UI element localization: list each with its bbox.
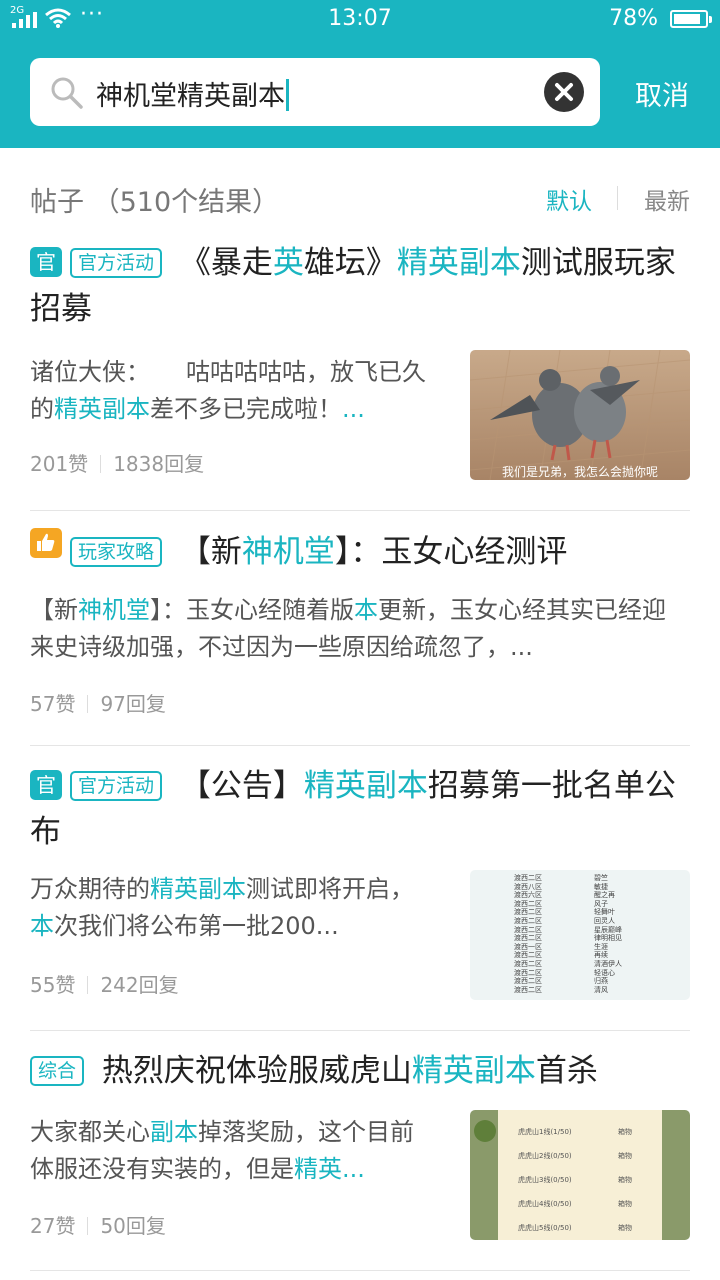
divider [30, 1270, 690, 1271]
name-list-row: 渡西二区 回灵人 [514, 916, 615, 925]
post-thumbnail[interactable]: 渡西二区 碧竺 渡西八区 敏捷 渡西六区 醒之再 渡西二区 风子 渡西二区 轻舞叶 渡西二区 回灵人渡… [470, 870, 690, 1000]
tree-icon [474, 1120, 496, 1142]
thumbs-up-icon [37, 533, 55, 551]
clear-search-button[interactable] [544, 72, 584, 112]
name-list-row: 渡西二区 再续 [514, 951, 608, 960]
post-tag: 官方活动 [70, 248, 163, 278]
name-list-row: 渡西八区 敏捷 [514, 882, 608, 891]
name-list-row: 渡西二区 碧竺 [514, 874, 608, 882]
post-thumbnail[interactable]: 虎虎山1线(1/50) 箱物 虎虎山2线(0/50) 箱物 虎虎山3线(0/50) 箱物虎… [470, 1110, 690, 1240]
strategy-badge [30, 528, 62, 558]
like-count: 201赞 [30, 452, 89, 476]
official-badge: 官 [30, 770, 62, 800]
name-list-row: 渡西二区 轻舞叶 [514, 908, 615, 917]
like-count: 27赞 [30, 1214, 76, 1238]
text-cursor [286, 79, 289, 111]
like-count: 55赞 [30, 973, 76, 997]
name-list-row: 渡西二区 轻语心 [514, 968, 615, 977]
list-item[interactable]: 官官方活动 《暴走英雄坛》精英副本测试服玩家招募 诸位大侠： 咕咕咕咕咕，放飞已… [30, 240, 690, 490]
post-stats: 201赞 1838回复 [30, 448, 204, 477]
post-excerpt: 万众期待的精英副本测试即将开启，本次我们将公布第一批200... [30, 875, 414, 940]
close-icon [555, 83, 573, 101]
post-stats: 27赞 50回复 [30, 1210, 166, 1239]
official-badge: 官 [30, 247, 62, 277]
name-list-row: 渡西二区 星辰巅峰 [514, 925, 622, 934]
name-list-row: 渡西二区 归燕 [514, 977, 608, 986]
post-excerpt: 诸位大侠： 咕咕咕咕咕，放飞已久的精英副本差不多已完成啦！... [30, 358, 426, 423]
result-filter-bar: 帖子 （510个结果） 默认 最新 [30, 178, 690, 218]
reply-count: 50回复 [100, 1214, 166, 1238]
reply-count: 97回复 [100, 692, 166, 716]
post-excerpt: 【新神机堂】：玉女心经随着版本更新，玉女心经其实已经迎来史诗级加强，不过因为一些… [30, 596, 666, 661]
kill-row: 虎虎山2线(0/50) 箱物 [518, 1152, 632, 1160]
post-title[interactable]: 综合 热烈庆祝体验服威虎山精英副本首杀 [30, 1048, 690, 1094]
name-list-row: 渡西二区 清酒伊人 [514, 959, 622, 968]
post-stats: 57赞 97回复 [30, 688, 166, 717]
kill-row: 虎虎山5线(0/50) 箱物 [518, 1224, 632, 1232]
sort-default-tab[interactable]: 默认 [546, 182, 592, 216]
sort-latest-tab[interactable]: 最新 [644, 182, 690, 216]
cancel-button[interactable]: 取消 [622, 74, 702, 113]
divider [30, 510, 690, 511]
name-list-row: 渡西二区 清风 [514, 985, 608, 994]
post-thumbnail[interactable]: 我们是兄弟，我怎么会抛你呢 [470, 350, 690, 480]
post-excerpt: 大家都关心副本掉落奖励，这个目前体服还没有实装的，但是精英... [30, 1118, 414, 1183]
birds-image: 我们是兄弟，我怎么会抛你呢 [470, 350, 690, 480]
status-bar: 2G ··· 13:07 78% [0, 0, 720, 38]
list-item[interactable]: 玩家攻略 【新神机堂】：玉女心经测评 【新神机堂】：玉女心经随着版本更新，玉女心… [30, 528, 690, 728]
post-title[interactable]: 玩家攻略 【新神机堂】：玉女心经测评 [30, 528, 690, 575]
kill-row: 虎虎山4线(0/50) 箱物 [518, 1200, 632, 1208]
boss-kill-list: 虎虎山1线(1/50) 箱物 虎虎山2线(0/50) 箱物 虎虎山3线(0/50) 箱物虎… [518, 1120, 658, 1240]
name-list-row: 渡西二区 律明相见 [514, 934, 622, 943]
svg-text:我们是兄弟，我怎么会抛你呢: 我们是兄弟，我怎么会抛你呢 [502, 464, 658, 479]
list-item[interactable]: 官官方活动 【公告】精英副本招募第一批名单公布 万众期待的精英副本测试即将开启，… [30, 763, 690, 1013]
like-count: 57赞 [30, 692, 76, 716]
name-list-image: 渡西二区 碧竺 渡西八区 敏捷 渡西六区 醒之再 渡西二区 风子 渡西二区 轻舞叶 渡西二区 回灵人渡… [514, 874, 654, 994]
name-list-row: 渡西六区 醒之再 [514, 891, 615, 900]
reply-count: 242回复 [100, 973, 179, 997]
divider [30, 745, 690, 746]
list-item[interactable]: 综合 热烈庆祝体验服威虎山精英副本首杀 大家都关心副本掉落奖励，这个目前体服还没… [30, 1048, 690, 1248]
post-title[interactable]: 官官方活动 【公告】精英副本招募第一批名单公布 [30, 763, 690, 855]
reply-count: 1838回复 [113, 452, 205, 476]
post-stats: 55赞 242回复 [30, 969, 179, 998]
search-input[interactable]: 神机堂精英副本 [96, 74, 289, 113]
post-tag: 官方活动 [70, 771, 163, 801]
kill-row: 虎虎山3线(0/50) 箱物 [518, 1176, 632, 1184]
kill-row: 虎虎山1线(1/50) 箱物 [518, 1128, 632, 1136]
post-title[interactable]: 官官方活动 《暴走英雄坛》精英副本测试服玩家招募 [30, 240, 690, 332]
search-box[interactable]: 神机堂精英副本 [30, 58, 600, 126]
top-bar: 2G ··· 13:07 78% 神机堂精英副本 取消 [0, 0, 720, 148]
sort-separator [617, 186, 618, 210]
search-icon [51, 77, 83, 109]
result-count: 帖子 （510个结果） [30, 187, 280, 218]
divider [30, 1030, 690, 1031]
battery-percent: 78% [609, 6, 658, 31]
battery-icon [670, 10, 712, 28]
post-tag: 玩家攻略 [70, 537, 163, 567]
post-tag: 综合 [30, 1056, 85, 1086]
